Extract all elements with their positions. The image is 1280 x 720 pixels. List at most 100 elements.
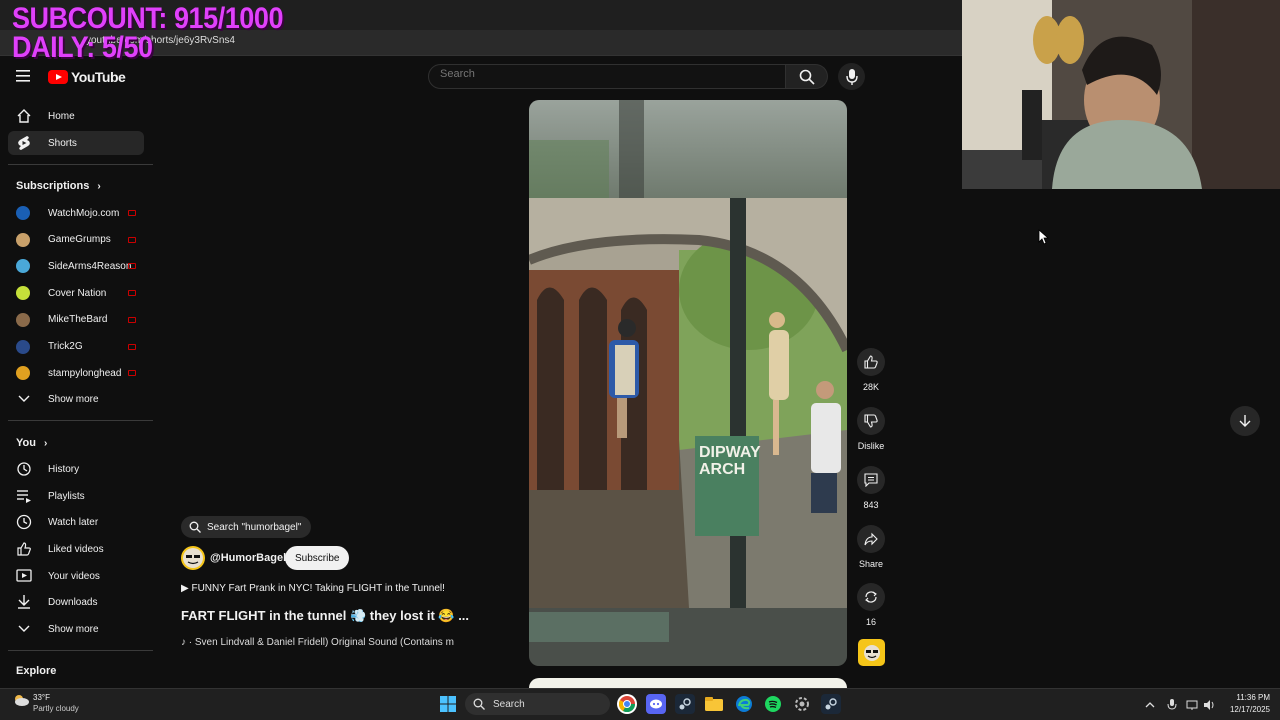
sidebar-item-label: Watch later [48, 516, 99, 528]
subscriptions-header[interactable]: Subscriptions › [16, 180, 101, 192]
channel-avatar [16, 232, 30, 247]
subscription-item[interactable]: SideArms4Reason [8, 254, 144, 278]
voice-search-button[interactable] [838, 63, 865, 90]
dislike-label: Dislike [857, 441, 885, 451]
short-description[interactable]: ▶ FUNNY Fart Prank in NYC! Taking FLIGHT… [181, 583, 445, 594]
show-more-subscriptions[interactable]: Show more [8, 387, 144, 411]
weather-description[interactable]: Partly cloudy [33, 704, 79, 713]
discord-taskbar-icon[interactable] [646, 694, 666, 714]
search-icon [189, 521, 201, 533]
comment-icon [864, 473, 878, 487]
chevron-right-icon: › [43, 437, 48, 449]
subscription-item[interactable]: Trick2G [8, 335, 144, 359]
like-button[interactable]: 28K [857, 348, 885, 392]
playlists-icon [16, 488, 32, 504]
weather-temperature[interactable]: 33°F [33, 693, 50, 702]
microphone-tray-icon[interactable] [1166, 698, 1178, 710]
search-channel-chip[interactable]: Search "humorbagel" [181, 516, 312, 538]
windows-taskbar [0, 688, 1280, 720]
sidebar-item-history[interactable]: History [8, 457, 144, 481]
youtube-play-icon [48, 70, 68, 84]
steam-taskbar-icon[interactable] [675, 694, 695, 714]
share-icon [864, 532, 878, 546]
weather-cloud-icon[interactable] [12, 693, 30, 707]
sound-channel-avatar[interactable] [858, 639, 885, 666]
bagel-avatar-icon [183, 548, 203, 568]
subscription-label: stampylonghead [48, 367, 122, 379]
thumbs-up-icon [864, 355, 878, 369]
sidebar-item-label: Your videos [48, 570, 100, 582]
share-button[interactable]: Share [857, 525, 885, 569]
chevron-down-icon [16, 621, 32, 637]
you-header[interactable]: You › [16, 437, 47, 449]
show-more-label: Show more [48, 393, 99, 405]
short-title[interactable]: FART FLIGHT in the tunnel 💨 they lost it… [181, 608, 469, 624]
windows-logo-icon [440, 696, 456, 712]
subscription-item[interactable]: stampylonghead [8, 361, 144, 385]
remix-button[interactable]: 16 [857, 583, 885, 627]
sidebar-divider [8, 650, 153, 651]
sidebar-item-shorts[interactable]: Shorts [8, 131, 144, 155]
taskbar-clock-date[interactable]: 12/17/2025 [1220, 705, 1270, 714]
taskbar-clock-time[interactable]: 11:36 PM [1220, 693, 1270, 702]
channel-avatar [16, 312, 30, 327]
search-chip-label: Search "humorbagel" [207, 521, 302, 533]
search-button[interactable] [786, 64, 828, 89]
sidebar-item-label: Home [48, 110, 75, 122]
subscription-label: GameGrumps [48, 234, 111, 246]
dislike-button[interactable]: Dislike [857, 407, 885, 451]
volume-tray-icon[interactable] [1203, 698, 1215, 710]
edge-taskbar-icon[interactable] [734, 694, 754, 714]
live-indicator-icon [128, 210, 136, 216]
you-title: You [16, 437, 36, 449]
subscribe-button[interactable]: Subscribe [285, 546, 350, 570]
thumbs-down-icon [864, 414, 878, 428]
hamburger-menu-icon[interactable] [16, 69, 32, 83]
next-short-button[interactable] [1230, 406, 1260, 436]
comments-button[interactable]: 843 [857, 466, 885, 510]
search-icon [799, 69, 815, 85]
taskbar-search-label: Search [493, 698, 525, 710]
home-icon [16, 108, 32, 124]
steam-2-taskbar-icon[interactable] [821, 694, 841, 714]
subscriptions-title: Subscriptions [16, 180, 90, 192]
live-indicator-icon [128, 290, 136, 297]
search-icon [473, 698, 485, 710]
subscription-item[interactable]: Cover Nation [8, 281, 144, 305]
bagel-avatar-icon [863, 644, 880, 661]
chevron-right-icon: › [97, 180, 101, 192]
search-input[interactable] [440, 68, 770, 80]
subscription-item[interactable]: GameGrumps [8, 228, 144, 252]
sidebar-item-watch-later[interactable]: Watch later [8, 510, 144, 534]
sidebar-item-liked-videos[interactable]: Liked videos [8, 537, 144, 561]
spotify-taskbar-icon[interactable] [763, 694, 783, 714]
chevron-down-icon [16, 391, 32, 407]
youtube-logo[interactable]: YouTube [48, 69, 126, 85]
display-tray-icon[interactable] [1186, 698, 1198, 710]
sound-attribution[interactable]: ♪ · Sven Lindvall & Daniel Fridell) Orig… [181, 637, 481, 648]
short-video-player[interactable]: DIPWAY ARCH [529, 100, 847, 666]
sidebar-item-label: Liked videos [48, 543, 104, 555]
tray-chevron-up-icon[interactable] [1144, 698, 1156, 710]
subscription-item[interactable]: WatchMojo.com [8, 201, 144, 225]
sidebar-divider [8, 164, 153, 165]
file-explorer-taskbar-icon[interactable] [704, 694, 724, 714]
channel-avatar [16, 366, 30, 381]
sidebar-item-playlists[interactable]: Playlists [8, 484, 144, 508]
sidebar-item-your-videos[interactable]: Your videos [8, 564, 144, 588]
sidebar-item-downloads[interactable]: Downloads [8, 590, 144, 614]
channel-name[interactable]: @HumorBagel [210, 552, 286, 564]
mouse-cursor [1038, 229, 1050, 250]
channel-avatar[interactable] [181, 546, 205, 570]
sidebar-item-home[interactable]: Home [8, 104, 144, 128]
live-indicator-icon [128, 236, 136, 243]
watch-later-icon [16, 514, 32, 530]
chrome-taskbar-icon[interactable] [617, 694, 637, 714]
show-more-you[interactable]: Show more [8, 617, 144, 641]
subscription-item[interactable]: MikeTheBard [8, 308, 144, 332]
start-button[interactable] [438, 694, 458, 714]
settings-taskbar-icon[interactable] [792, 694, 812, 714]
subscription-label: SideArms4Reason [48, 260, 132, 272]
taskbar-search[interactable]: Search [465, 693, 610, 715]
sidebar-item-label: History [48, 463, 80, 475]
